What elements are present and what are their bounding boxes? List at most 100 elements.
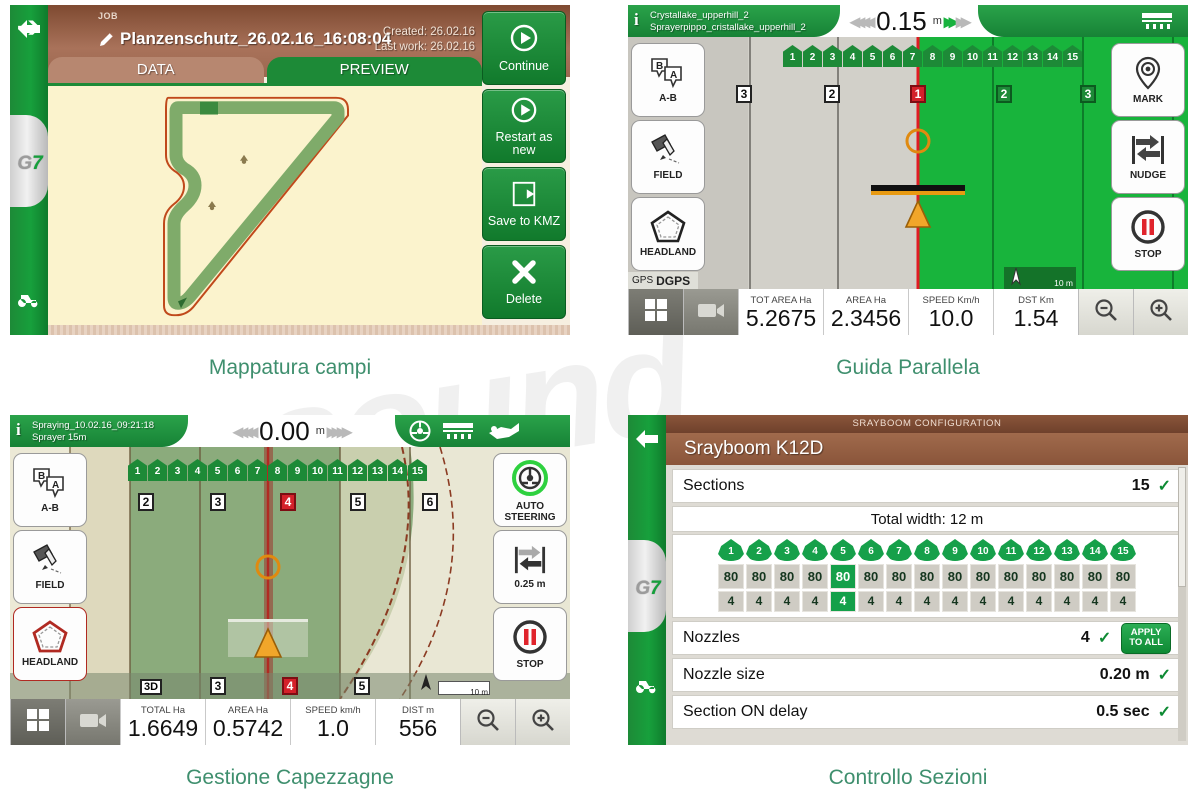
mark-button[interactable]: MARK	[1111, 43, 1185, 117]
ab-line-button[interactable]: BA A-B	[13, 453, 87, 527]
section-id-drop[interactable]: 8	[914, 539, 940, 561]
section-width-cell[interactable]: 80	[886, 564, 912, 589]
back-arrow-icon[interactable]: ➔	[15, 13, 43, 43]
section-id-drop[interactable]: 2	[746, 539, 772, 561]
section-width-cell[interactable]: 80	[998, 564, 1024, 589]
boom-section-chip[interactable]: 15	[408, 459, 427, 481]
scrollbar-thumb[interactable]	[1178, 467, 1186, 587]
section-width-cell[interactable]: 80	[970, 564, 996, 589]
save-to-kmz-button[interactable]: Save to KMZ	[482, 167, 566, 241]
section-nozzle-cell[interactable]: 4	[942, 591, 968, 612]
camera-button[interactable]	[683, 289, 738, 335]
zoom-in-button[interactable]	[515, 699, 570, 745]
boom-section-chip[interactable]: 10	[308, 459, 327, 481]
section-width-cell[interactable]: 80	[1054, 564, 1080, 589]
section-nozzle-cell[interactable]: 4	[998, 591, 1024, 612]
section-nozzle-cell[interactable]: 4	[886, 591, 912, 612]
nozzle-size-row[interactable]: Nozzle size 0.20 m ✓	[672, 658, 1182, 692]
field-button[interactable]: FIELD	[631, 120, 705, 194]
section-nozzle-cell[interactable]: 4	[858, 591, 884, 612]
chevron-down-icon[interactable]: ✓	[1158, 476, 1171, 496]
tractor-icon[interactable]	[15, 289, 43, 311]
boom-section-chip[interactable]: 7	[248, 459, 267, 481]
section-width-cell[interactable]: 80	[1026, 564, 1052, 589]
zoom-out-button[interactable]	[1078, 289, 1133, 335]
chevron-down-icon[interactable]: ✓	[1158, 702, 1171, 722]
tab-preview[interactable]: PREVIEW	[266, 57, 482, 83]
grid-view-button[interactable]	[628, 289, 683, 335]
continue-button[interactable]: Continue	[482, 11, 566, 85]
field-button[interactable]: FIELD	[13, 530, 87, 604]
nudge-button[interactable]: NUDGE	[1111, 120, 1185, 194]
section-id-drop[interactable]: 10	[970, 539, 996, 561]
boom-section-chip[interactable]: 4	[188, 459, 207, 481]
section-nozzle-cell[interactable]: 4	[914, 591, 940, 612]
section-id-drop[interactable]: 7	[886, 539, 912, 561]
headland-button[interactable]: HEADLAND	[13, 607, 87, 681]
boom-section-chip[interactable]: 7	[903, 45, 922, 67]
field-preview-map[interactable]	[48, 83, 482, 327]
restart-as-new-button[interactable]: Restart as new	[482, 89, 566, 163]
boom-section-chip[interactable]: 2	[148, 459, 167, 481]
ab-line-button[interactable]: BA A-B	[631, 43, 705, 117]
section-width-cell[interactable]: 80	[942, 564, 968, 589]
boom-section-chip[interactable]: 1	[128, 459, 147, 481]
boom-section-chip[interactable]: 13	[368, 459, 387, 481]
section-width-cell[interactable]: 80	[1082, 564, 1108, 589]
boom-section-chip[interactable]: 8	[923, 45, 942, 67]
section-nozzle-cell[interactable]: 4	[1082, 591, 1108, 612]
section-width-cell[interactable]: 80	[774, 564, 800, 589]
boom-section-chip[interactable]: 14	[1043, 45, 1062, 67]
section-id-drop[interactable]: 5	[830, 539, 856, 561]
zoom-out-button[interactable]	[460, 699, 515, 745]
boom-section-chip[interactable]: 1	[783, 45, 802, 67]
back-arrow-icon[interactable]	[633, 425, 661, 453]
boom-section-chip[interactable]: 2	[803, 45, 822, 67]
section-width-cell[interactable]: 80	[1110, 564, 1136, 589]
section-id-drop[interactable]: 3	[774, 539, 800, 561]
delete-button[interactable]: Delete	[482, 245, 566, 319]
section-width-cell[interactable]: 80	[802, 564, 828, 589]
nudge-button[interactable]: 0.25 m	[493, 530, 567, 604]
boom-section-chip[interactable]: 12	[1003, 45, 1022, 67]
vertical-scrollbar[interactable]	[1178, 467, 1186, 741]
section-nozzle-cell[interactable]: 4	[774, 591, 800, 612]
section-id-drop[interactable]: 12	[1026, 539, 1052, 561]
boom-section-chip[interactable]: 3	[823, 45, 842, 67]
section-width-cell[interactable]: 80	[718, 564, 744, 589]
section-on-delay-row[interactable]: Section ON delay 0.5 sec ✓	[672, 695, 1182, 729]
boom-section-chip[interactable]: 11	[328, 459, 347, 481]
camera-button[interactable]	[65, 699, 120, 745]
boom-section-chip[interactable]: 8	[268, 459, 287, 481]
boom-section-chip[interactable]: 3	[168, 459, 187, 481]
section-nozzle-cell[interactable]: 4	[718, 591, 744, 612]
boom-section-chip[interactable]: 11	[983, 45, 1002, 67]
boom-section-chip[interactable]: 15	[1063, 45, 1082, 67]
section-id-drop[interactable]: 9	[942, 539, 968, 561]
headland-map[interactable]	[10, 446, 570, 700]
boom-section-chip[interactable]: 6	[228, 459, 247, 481]
section-width-cell[interactable]: 80	[746, 564, 772, 589]
section-id-drop[interactable]: 11	[998, 539, 1024, 561]
stop-button[interactable]: STOP	[1111, 197, 1185, 271]
section-nozzle-cell[interactable]: 4	[1026, 591, 1052, 612]
boom-section-chip[interactable]: 5	[208, 459, 227, 481]
section-nozzle-cell[interactable]: 4	[830, 591, 856, 612]
boom-section-chip[interactable]: 12	[348, 459, 367, 481]
grid-view-button[interactable]	[10, 699, 65, 745]
tractor-icon[interactable]	[633, 675, 661, 697]
section-id-drop[interactable]: 14	[1082, 539, 1108, 561]
section-width-cell[interactable]: 80	[858, 564, 884, 589]
tab-data[interactable]: DATA	[48, 57, 264, 83]
guidance-map[interactable]	[628, 37, 1188, 289]
section-nozzle-row[interactable]: 444444444444444	[676, 591, 1178, 612]
section-id-drop[interactable]: 4	[802, 539, 828, 561]
section-nozzle-cell[interactable]: 4	[802, 591, 828, 612]
boom-section-chip[interactable]: 9	[943, 45, 962, 67]
boom-section-chip[interactable]: 5	[863, 45, 882, 67]
section-width-cell[interactable]: 80	[830, 564, 856, 589]
boom-section-chip[interactable]: 10	[963, 45, 982, 67]
section-nozzle-cell[interactable]: 4	[746, 591, 772, 612]
section-nozzle-cell[interactable]: 4	[970, 591, 996, 612]
headland-button[interactable]: HEADLAND	[631, 197, 705, 271]
